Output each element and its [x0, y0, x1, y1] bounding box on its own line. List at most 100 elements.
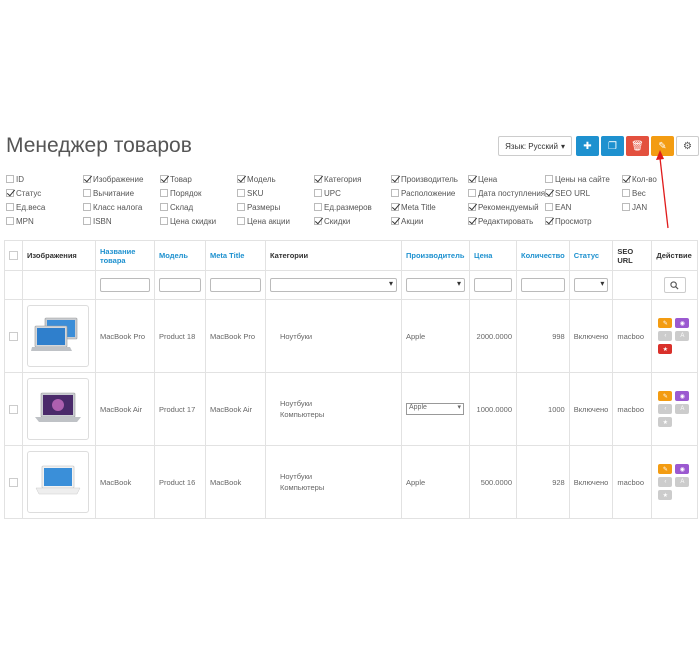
- header-meta-title[interactable]: Meta Title: [205, 240, 266, 271]
- column-option[interactable]: MPN: [6, 217, 83, 226]
- header-manufacturer[interactable]: Производитель: [401, 240, 470, 271]
- column-option-checkbox[interactable]: [622, 175, 630, 183]
- product-thumbnail[interactable]: [27, 451, 89, 513]
- column-option[interactable]: Ед.размеров: [314, 203, 391, 212]
- header-status[interactable]: Статус: [568, 240, 614, 271]
- manufacturer-select[interactable]: Apple: [406, 403, 464, 415]
- cell-model[interactable]: Product 17: [154, 372, 206, 446]
- column-option-checkbox[interactable]: [314, 217, 322, 225]
- column-option[interactable]: Цена скидки: [160, 217, 237, 226]
- column-option[interactable]: ISBN: [83, 217, 160, 226]
- column-option[interactable]: Просмотр: [545, 217, 622, 226]
- filter-manufacturer-select[interactable]: [406, 278, 465, 292]
- column-option-checkbox[interactable]: [160, 175, 168, 183]
- column-option-checkbox[interactable]: [160, 217, 168, 225]
- column-option[interactable]: EAN: [545, 203, 622, 212]
- row-view-button[interactable]: ◉: [675, 391, 690, 401]
- column-option-checkbox[interactable]: [622, 203, 630, 211]
- column-option-checkbox[interactable]: [83, 203, 91, 211]
- cell-price[interactable]: 1000.0000: [469, 372, 517, 446]
- column-option-checkbox[interactable]: [391, 189, 399, 197]
- cell-name[interactable]: MacBook Air: [95, 372, 155, 446]
- filter-meta-title-input[interactable]: [210, 278, 261, 292]
- column-option[interactable]: Скидки: [314, 217, 391, 226]
- column-option[interactable]: Цена акции: [237, 217, 314, 226]
- column-option[interactable]: Ед.веса: [6, 203, 83, 212]
- special-button[interactable]: A: [675, 404, 690, 414]
- column-option-checkbox[interactable]: [468, 203, 476, 211]
- column-option[interactable]: Категория: [314, 175, 391, 184]
- column-option[interactable]: Статус: [6, 189, 83, 198]
- cell-quantity[interactable]: 998: [516, 299, 570, 373]
- column-option-checkbox[interactable]: [314, 175, 322, 183]
- cell-categories[interactable]: Ноутбуки Компьютеры: [265, 445, 402, 519]
- row-checkbox[interactable]: [9, 404, 18, 414]
- column-option-checkbox[interactable]: [160, 189, 168, 197]
- column-option[interactable]: Рекомендуемый: [468, 203, 545, 212]
- cell-model[interactable]: Product 16: [154, 445, 206, 519]
- special-button[interactable]: A: [675, 331, 690, 341]
- filter-search-button[interactable]: [663, 277, 686, 293]
- column-option[interactable]: Вычитание: [83, 189, 160, 198]
- column-option-checkbox[interactable]: [237, 189, 245, 197]
- column-option[interactable]: Вес: [622, 189, 699, 198]
- column-option[interactable]: Цена: [468, 175, 545, 184]
- column-option[interactable]: Склад: [160, 203, 237, 212]
- column-option[interactable]: Meta Title: [391, 203, 468, 212]
- column-option-checkbox[interactable]: [314, 203, 322, 211]
- column-option[interactable]: Производитель: [391, 175, 468, 184]
- header-price[interactable]: Цена: [469, 240, 517, 271]
- settings-button[interactable]: ⚙: [676, 136, 699, 156]
- cell-price[interactable]: 500.0000: [469, 445, 517, 519]
- column-option-checkbox[interactable]: [545, 217, 553, 225]
- column-option-checkbox[interactable]: [622, 189, 630, 197]
- filter-model-input[interactable]: [159, 278, 201, 292]
- header-name[interactable]: Название товара: [95, 240, 155, 271]
- column-option-checkbox[interactable]: [545, 189, 553, 197]
- cell-name[interactable]: MacBook Pro: [95, 299, 155, 373]
- row-checkbox[interactable]: [9, 477, 18, 487]
- filter-status-select[interactable]: [573, 278, 609, 292]
- cell-manufacturer[interactable]: Apple: [401, 299, 470, 373]
- column-option[interactable]: Кол-во: [622, 175, 699, 184]
- column-option-checkbox[interactable]: [83, 175, 91, 183]
- column-option[interactable]: Цены на сайте: [545, 175, 622, 184]
- product-thumbnail[interactable]: [27, 378, 89, 440]
- column-option[interactable]: Расположение: [391, 189, 468, 198]
- special-button[interactable]: A: [675, 477, 690, 487]
- filter-category-select[interactable]: [270, 278, 397, 292]
- language-dropdown[interactable]: Язык: Русский ▾: [498, 136, 572, 156]
- column-option-checkbox[interactable]: [237, 203, 245, 211]
- column-option[interactable]: Редактировать: [468, 217, 545, 226]
- cell-status[interactable]: Включено: [568, 299, 614, 373]
- column-option-checkbox[interactable]: [468, 217, 476, 225]
- filter-quantity-input[interactable]: [521, 278, 565, 292]
- edit-button[interactable]: ✎: [651, 136, 674, 156]
- column-option-checkbox[interactable]: [468, 175, 476, 183]
- cell-quantity[interactable]: 1000: [516, 372, 570, 446]
- column-option[interactable]: Товар: [160, 175, 237, 184]
- column-option-checkbox[interactable]: [83, 217, 91, 225]
- column-option-checkbox[interactable]: [314, 189, 322, 197]
- column-option[interactable]: SKU: [237, 189, 314, 198]
- discount-button[interactable]: ‹: [658, 404, 673, 414]
- column-option-checkbox[interactable]: [391, 175, 399, 183]
- copy-button[interactable]: ❐: [601, 136, 624, 156]
- column-option-checkbox[interactable]: [6, 203, 14, 211]
- column-option[interactable]: Класс налога: [83, 203, 160, 212]
- product-thumbnail[interactable]: [27, 305, 89, 367]
- column-option[interactable]: Акции: [391, 217, 468, 226]
- cell-categories[interactable]: Ноутбуки: [265, 299, 402, 373]
- row-checkbox[interactable]: [9, 331, 18, 341]
- cell-quantity[interactable]: 928: [516, 445, 570, 519]
- cell-meta-title[interactable]: MacBook: [205, 445, 266, 519]
- cell-price[interactable]: 2000.0000: [469, 299, 517, 373]
- filter-price-input[interactable]: [474, 278, 512, 292]
- cell-categories[interactable]: Ноутбуки Компьютеры: [265, 372, 402, 446]
- cell-status[interactable]: Включено: [568, 445, 614, 519]
- column-option[interactable]: JAN: [622, 203, 699, 212]
- header-quantity[interactable]: Количество: [516, 240, 570, 271]
- add-button[interactable]: ✚: [576, 136, 599, 156]
- cell-name[interactable]: MacBook: [95, 445, 155, 519]
- column-option-checkbox[interactable]: [83, 189, 91, 197]
